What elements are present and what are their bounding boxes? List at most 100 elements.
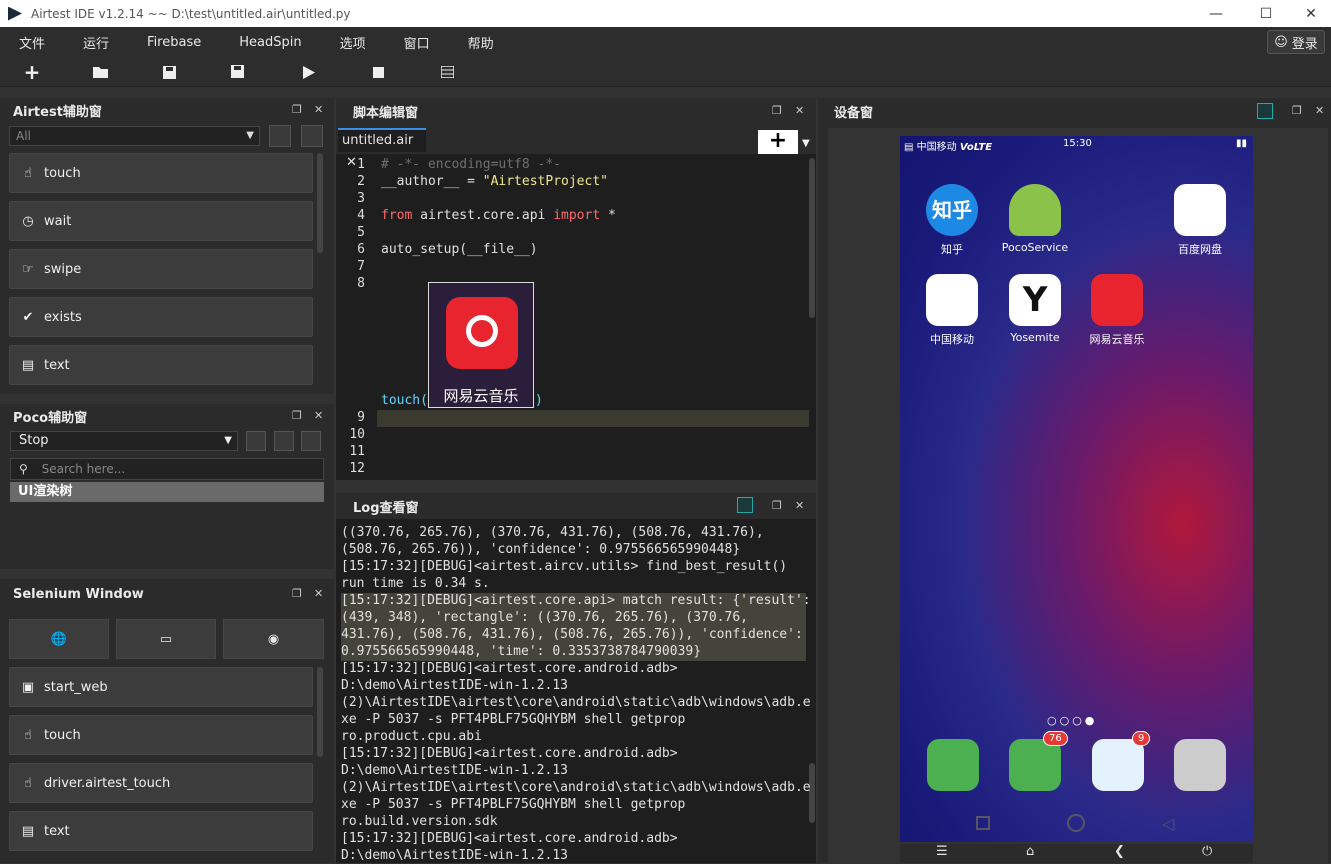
close-panel-icon[interactable]: ✕ [314, 409, 323, 422]
float-panel-icon[interactable]: ❐ [772, 499, 782, 512]
app-pocoservice[interactable]: PocoService [995, 184, 1075, 254]
stop-icon[interactable] [368, 62, 388, 82]
code-touch-call[interactable]: touch( [381, 393, 428, 408]
airtest-scrollbar[interactable] [317, 153, 323, 253]
record-button[interactable]: ◉ [223, 619, 324, 659]
back-icon[interactable]: ❮ [1114, 844, 1125, 859]
china-mobile-icon [926, 274, 978, 326]
phone-app-icon[interactable] [927, 739, 979, 791]
phone-screen[interactable]: ▤ 中国移动 VoLTE 15:30 ▮▮ 知乎 知乎 PocoService … [900, 136, 1253, 842]
menu-firebase[interactable]: Firebase [128, 35, 220, 50]
save-icon[interactable] [159, 62, 179, 82]
home-icon[interactable] [1067, 814, 1085, 832]
close-window-button[interactable]: ✕ [1288, 0, 1331, 27]
selenium-scrollbar[interactable] [317, 667, 323, 757]
run-icon[interactable] [299, 62, 319, 82]
menu-options[interactable]: 选项 [321, 33, 385, 52]
code-line-6[interactable]: auto_setup(__file__) [381, 242, 538, 257]
network-label: VoLTE [959, 142, 993, 153]
selenium-touch-button[interactable]: ☝ touch [9, 715, 313, 755]
screenshot-icon[interactable] [269, 125, 291, 147]
record-icon[interactable] [301, 125, 323, 147]
touch-button[interactable]: ☝ touch [9, 153, 313, 193]
close-panel-icon[interactable]: ✕ [795, 104, 804, 117]
code-keyword: from [381, 208, 413, 223]
airtest-filter-select[interactable]: All ▼ [9, 126, 260, 146]
record-icon[interactable] [301, 431, 321, 451]
swipe-button[interactable]: ☞ swipe [9, 249, 313, 289]
selenium-text-button[interactable]: ▤ text [9, 811, 313, 851]
close-panel-icon[interactable]: ✕ [314, 587, 323, 600]
close-panel-icon[interactable]: ✕ [314, 103, 323, 116]
menu-headspin[interactable]: HeadSpin [220, 35, 320, 50]
chevron-down-icon[interactable]: ▼ [802, 138, 810, 149]
code-token: * [600, 208, 616, 223]
menu-help[interactable]: 帮助 [449, 33, 513, 52]
close-panel-icon[interactable]: ✕ [1315, 104, 1324, 117]
log-line: (439, 348), 'rectangle': ((370.76, 265.7… [341, 610, 748, 625]
exists-button[interactable]: ✔ exists [9, 297, 313, 337]
save-as-icon[interactable] [228, 62, 248, 82]
screen-button[interactable]: ▭ [116, 619, 216, 659]
code-line-2[interactable]: __author__ = "AirtestProject" [381, 174, 608, 189]
code-line-4[interactable]: from airtest.core.api import * [381, 208, 616, 223]
baidu-pan-icon [1174, 184, 1226, 236]
float-panel-icon[interactable]: ❐ [292, 103, 302, 116]
float-panel-icon[interactable]: ❐ [1292, 104, 1302, 117]
menu-window[interactable]: 窗口 [385, 33, 449, 52]
app-baidu-pan[interactable]: 百度网盘 [1160, 184, 1240, 257]
wait-button[interactable]: ◷ wait [9, 201, 313, 241]
poco-search-field[interactable]: ⚲ Search here... [10, 458, 324, 480]
back-icon[interactable]: ◁ [1162, 814, 1174, 833]
ui-tree-root[interactable]: UI渲染树 [10, 482, 324, 502]
close-panel-icon[interactable]: ✕ [795, 499, 804, 512]
code-string: "AirtestProject" [482, 174, 608, 189]
float-panel-icon[interactable]: ❐ [292, 409, 302, 422]
battery-icon: ▮▮ [1235, 138, 1247, 149]
log-report-icon[interactable] [437, 62, 457, 82]
power-icon[interactable]: ⏻ [1202, 844, 1212, 859]
open-folder-icon[interactable] [90, 62, 110, 82]
text-button[interactable]: ▤ text [9, 345, 313, 385]
code-line-1[interactable]: # -*- encoding=utf8 -*- [381, 157, 561, 172]
float-panel-icon[interactable]: ❐ [772, 104, 782, 117]
template-image[interactable]: 网易云音乐 [428, 282, 534, 408]
globe-icon: 🌐 [50, 631, 68, 647]
menu-run[interactable]: 运行 [64, 33, 128, 52]
filter-icon[interactable] [737, 497, 753, 513]
status-carrier: ▤ 中国移动 VoLTE [904, 138, 992, 153]
app-netease-music[interactable]: 网易云音乐 [1077, 274, 1157, 347]
airtest-panel: Airtest辅助窗 ❐ ✕ All ▼ ☝ touch ◷ wait ☞ swipe… [0, 98, 334, 394]
tab-untitled[interactable]: untitled.air ✕ [338, 128, 426, 170]
messages-app-icon[interactable] [1009, 739, 1061, 791]
recent-apps-icon[interactable] [976, 816, 990, 830]
log-line: ro.product.cpu.abi [341, 729, 482, 744]
line-number: 5 [357, 225, 365, 240]
touch-label: touch [44, 165, 81, 181]
log-line: [15:17:32][DEBUG]<airtest.aircv.utils> f… [341, 559, 788, 574]
text-field-icon: ▤ [21, 823, 35, 839]
poco-mode-select[interactable]: Stop ▼ [10, 431, 238, 451]
app-zhihu[interactable]: 知乎 知乎 [912, 184, 992, 257]
login-button[interactable]: ☺ 登录 [1267, 30, 1325, 54]
start-web-button[interactable]: ▣ start_web [9, 667, 313, 707]
menu-icon[interactable]: ☰ [936, 844, 948, 859]
app-yosemite[interactable]: Y Yosemite [995, 274, 1075, 344]
camera-app-icon[interactable] [1174, 739, 1226, 791]
maximize-button[interactable]: ☐ [1243, 0, 1289, 27]
driver-airtest-touch-button[interactable]: ☝ driver.airtest_touch [9, 763, 313, 803]
menu-file[interactable]: 文件 [0, 33, 64, 52]
editor-scrollbar[interactable] [809, 158, 815, 318]
new-file-icon[interactable]: + [22, 60, 42, 84]
log-line: (508.76, 265.76)), 'confidence': 0.97556… [341, 542, 741, 557]
float-panel-icon[interactable]: ❐ [292, 587, 302, 600]
tools-icon[interactable] [1257, 103, 1273, 119]
app-china-mobile[interactable]: 中国移动 [912, 274, 992, 347]
add-tab-button[interactable]: + [758, 130, 798, 154]
minimize-button[interactable]: — [1193, 0, 1239, 27]
browser-app-icon[interactable] [1092, 739, 1144, 791]
refresh-icon[interactable] [274, 431, 294, 451]
home-icon[interactable]: ⌂ [1026, 844, 1034, 859]
lock-icon[interactable] [246, 431, 266, 451]
globe-button[interactable]: 🌐 [9, 619, 109, 659]
